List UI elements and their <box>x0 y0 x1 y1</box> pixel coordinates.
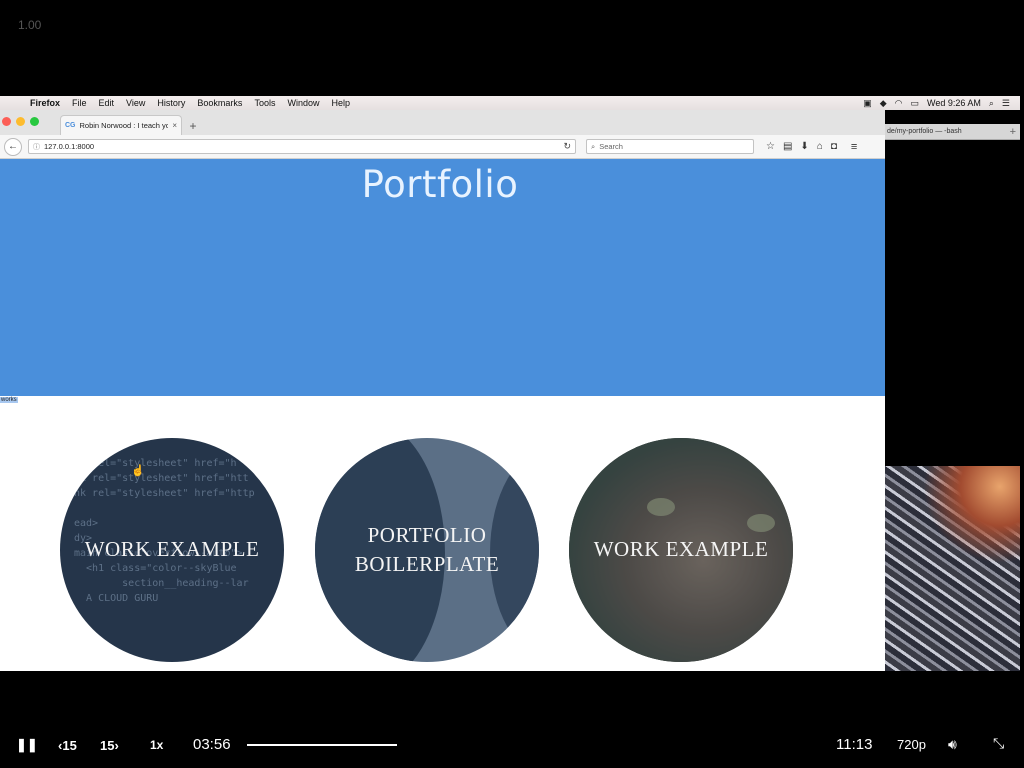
zoom-window-button[interactable] <box>30 117 39 126</box>
search-icon: ⌕ <box>591 141 596 151</box>
search-placeholder: Search <box>599 142 623 151</box>
video-player-controls: ❚❚ ‹15 15› 1x 03:56 11:13 720p 🔊︎ ⤡ <box>0 728 1024 762</box>
menubar-status-area: ▣ ◆ ◠ ▭ Wed 9:26 AM ⌕ ☰ <box>863 98 1020 109</box>
menu-file[interactable]: File <box>66 98 93 108</box>
close-tab-icon[interactable]: × <box>172 121 177 130</box>
work-card-3-label: WORK EXAMPLE <box>593 537 769 562</box>
terminal-tab[interactable]: de/my-portfolio — -bash + <box>885 124 1020 140</box>
terminal-tab-title: de/my-portfolio — -bash <box>887 128 962 135</box>
terminal-window <box>885 140 1020 467</box>
firefox-window: CG Robin Norwood : I teach you t × + ← ⓘ… <box>0 110 885 671</box>
progress-bar[interactable] <box>247 744 397 746</box>
work-card-3[interactable]: WORK EXAMPLE <box>569 438 793 662</box>
minimize-window-button[interactable] <box>16 117 25 126</box>
work-section: < rel="stylesheet" href="h nk rel="style… <box>0 397 885 671</box>
menubar-clock[interactable]: Wed 9:26 AM <box>927 98 981 108</box>
hero-section: Portfolio <box>0 159 885 396</box>
airplay-icon[interactable]: ▭ <box>910 98 919 109</box>
site-info-icon[interactable]: ⓘ <box>33 142 40 152</box>
menu-help[interactable]: Help <box>325 98 356 108</box>
download-icon[interactable]: ⬇ <box>800 141 808 152</box>
url-bar[interactable]: ⓘ 127.0.0.1:8000 ↻ <box>28 139 576 154</box>
playback-rate-button[interactable]: 1x <box>150 738 163 752</box>
back-arrow-icon[interactable]: ← <box>4 137 22 156</box>
wifi-icon[interactable]: ◠ <box>895 98 903 109</box>
reload-icon[interactable]: ↻ <box>563 141 571 152</box>
work-card-1-label: WORK EXAMPLE <box>84 537 260 562</box>
tab-strip: CG Robin Norwood : I teach you t × + <box>0 110 885 135</box>
camera-icon[interactable]: ▣ <box>863 98 872 109</box>
total-time: 11:13 <box>836 736 873 753</box>
browser-tab[interactable]: CG Robin Norwood : I teach you t × <box>60 115 182 135</box>
current-time: 03:56 <box>193 736 231 753</box>
favicon-icon: CG <box>65 122 76 129</box>
spotlight-search-icon[interactable]: ⌕ <box>989 98 994 109</box>
selected-text: works <box>0 397 18 403</box>
screen-recording: Firefox File Edit View History Bookmarks… <box>0 96 1020 671</box>
pause-icon[interactable]: ❚❚ <box>16 737 38 753</box>
menu-history[interactable]: History <box>151 98 191 108</box>
work-card-1[interactable]: < rel="stylesheet" href="h nk rel="style… <box>60 438 284 662</box>
bookmark-star-icon[interactable]: ☆ <box>766 141 775 152</box>
terminal-new-tab-icon[interactable]: + <box>1010 126 1016 138</box>
quality-button[interactable]: 720p <box>897 737 926 752</box>
menu-window[interactable]: Window <box>281 98 325 108</box>
menu-hamburger-icon[interactable]: ≡ <box>851 141 857 153</box>
desktop-wallpaper <box>885 466 1020 671</box>
search-input[interactable]: ⌕ Search <box>586 139 754 154</box>
pocket-icon[interactable]: ◘ <box>831 141 837 152</box>
work-card-2-line1: PORTFOLIO <box>367 522 487 547</box>
menu-tools[interactable]: Tools <box>248 98 281 108</box>
home-icon[interactable]: ⌂ <box>817 141 823 152</box>
skip-back-button[interactable]: ‹15 <box>58 738 77 753</box>
volume-icon[interactable]: 🔊︎ <box>948 736 957 753</box>
menu-view[interactable]: View <box>120 98 151 108</box>
work-card-2-line2: BOILERPLATE <box>354 552 500 576</box>
exit-fullscreen-icon[interactable]: ⤡ <box>993 735 1004 752</box>
work-card-2[interactable]: PORTFOLIO BOILERPLATE <box>315 438 539 662</box>
tab-title: Robin Norwood : I teach you t <box>79 121 169 130</box>
skip-forward-button[interactable]: 15› <box>100 738 119 753</box>
new-tab-icon[interactable]: + <box>182 119 204 133</box>
url-text: 127.0.0.1:8000 <box>44 142 95 151</box>
menu-edit[interactable]: Edit <box>93 98 121 108</box>
window-controls <box>2 117 39 126</box>
close-window-button[interactable] <box>2 117 11 126</box>
mac-menubar: Firefox File Edit View History Bookmarks… <box>0 96 1020 110</box>
navigation-toolbar: ← ⓘ 127.0.0.1:8000 ↻ ⌕ Search ☆ ▤ ⬇ ⌂ ◘ … <box>0 135 885 159</box>
playback-speed-readout: 1.00 <box>18 18 42 32</box>
mouse-cursor-icon: ☝ <box>131 465 145 477</box>
menu-app-firefox[interactable]: Firefox <box>24 98 66 108</box>
page-title: Portfolio <box>361 163 519 206</box>
toolbar-icons: ☆ ▤ ⬇ ⌂ ◘ <box>766 141 837 152</box>
clipboard-icon[interactable]: ▤ <box>783 141 792 152</box>
dropbox-icon[interactable]: ◆ <box>880 98 887 109</box>
work-card-2-label: PORTFOLIO BOILERPLATE <box>355 521 499 580</box>
notification-center-icon[interactable]: ☰ <box>1002 98 1010 109</box>
menu-bookmarks[interactable]: Bookmarks <box>191 98 248 108</box>
